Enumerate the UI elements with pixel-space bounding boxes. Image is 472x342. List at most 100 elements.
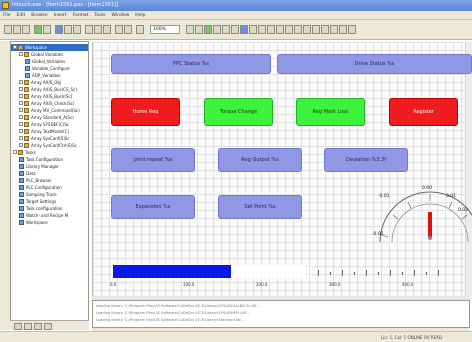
menu-item-insert[interactable]: Insert	[51, 11, 70, 20]
table-tool-icon[interactable]	[258, 25, 266, 34]
menu-item-edit[interactable]: Edit	[14, 11, 29, 20]
alarm-tool-icon[interactable]	[294, 25, 302, 34]
zoom-select[interactable]: 100%	[150, 25, 180, 34]
expand-toggle-icon[interactable]	[19, 136, 23, 140]
home-req-indicator[interactable]: Home Req	[111, 98, 180, 126]
polygon-tool-icon[interactable]	[213, 25, 221, 34]
scrollbar-tool-icon[interactable]	[321, 25, 329, 34]
histogram-tool-icon[interactable]	[285, 25, 293, 34]
tree-item[interactable]: Array SysConf(S)Sc	[11, 135, 70, 142]
menu-item-help[interactable]: Help	[132, 11, 148, 20]
expand-toggle-icon[interactable]	[19, 52, 23, 56]
open-file-icon[interactable]	[13, 25, 21, 34]
register-indicator[interactable]: Register	[389, 98, 458, 126]
tree-item[interactable]: Data	[11, 170, 36, 177]
drive-status-block[interactable]: Drive Status %s	[277, 54, 472, 74]
tree-item[interactable]: PLC_Browser	[11, 177, 52, 184]
copy-icon[interactable]	[94, 25, 102, 34]
tree-item[interactable]: Workspace	[11, 219, 48, 226]
tree-item-label: Workspace	[26, 220, 48, 225]
new-file-icon[interactable]	[4, 25, 12, 34]
tab-datatypes-icon[interactable]	[24, 323, 32, 330]
rectangle-tool-icon[interactable]	[186, 25, 194, 34]
tree-item[interactable]: Global_Variables	[11, 58, 65, 65]
meter-tool-icon[interactable]	[267, 25, 275, 34]
tree-item[interactable]: Array AXIS_Bus(CS_Sc)	[11, 86, 77, 93]
tab-pous-icon[interactable]	[14, 323, 22, 330]
tree-item[interactable]: Sampling Trace	[11, 191, 57, 198]
tree-item[interactable]: PLC Configuration	[11, 184, 62, 191]
ellipse-tool-icon[interactable]	[204, 25, 212, 34]
menu-item-format[interactable]: Format	[70, 11, 92, 20]
object-icon	[19, 206, 24, 211]
run-icon[interactable]	[55, 25, 63, 34]
replace-icon[interactable]	[124, 25, 132, 34]
bar-tool-icon[interactable]	[276, 25, 284, 34]
button-tool-icon[interactable]	[249, 25, 257, 34]
expand-toggle-icon[interactable]	[19, 87, 23, 91]
cut-icon[interactable]	[85, 25, 93, 34]
vertical-scrollbar[interactable]	[465, 42, 472, 296]
menu-item-browse[interactable]: Browse	[28, 11, 50, 20]
tree-item[interactable]: Array Standard_A(Sc)	[11, 114, 74, 121]
tab-visualizations-icon[interactable]	[34, 323, 42, 330]
expand-toggle-icon[interactable]	[19, 129, 23, 133]
tab-resources-icon[interactable]	[44, 323, 52, 330]
object-icon	[25, 73, 30, 78]
expansion-block[interactable]: Expansion %s	[111, 195, 195, 219]
tree-item[interactable]: Target Settings	[11, 198, 56, 205]
align-icon[interactable]	[136, 25, 144, 34]
text-tool-icon[interactable]	[231, 25, 239, 34]
print-repeat-block[interactable]: print repeat %s	[111, 148, 195, 172]
stop-icon[interactable]	[64, 25, 72, 34]
expand-toggle-icon[interactable]	[19, 80, 23, 84]
expand-toggle-icon[interactable]	[19, 143, 23, 147]
reg-mark-loss-indicator[interactable]: Reg Mark Loss	[296, 98, 365, 126]
set-point-block[interactable]: Set Point %s	[218, 195, 302, 219]
menu-item-tools[interactable]: Tools	[91, 11, 108, 20]
reg-output-block[interactable]: Reg Output %s	[218, 148, 302, 172]
tree-item[interactable]: Array AXIS_Obj	[11, 79, 61, 86]
ppc-status-block[interactable]: PPC Status %s	[111, 54, 271, 74]
rounded-rect-tool-icon[interactable]	[195, 25, 203, 34]
expand-toggle-icon[interactable]	[13, 45, 17, 49]
paste-icon[interactable]	[103, 25, 111, 34]
tree-item[interactable]: Array MV_Command(Sc)	[11, 107, 80, 114]
menu-item-window[interactable]: Window	[109, 11, 133, 20]
expand-toggle-icon[interactable]	[19, 101, 23, 105]
activex-tool-icon[interactable]	[312, 25, 320, 34]
trend-tool-icon[interactable]	[303, 25, 311, 34]
find-icon[interactable]	[115, 25, 123, 34]
tree-item[interactable]: Library Manager	[11, 163, 59, 170]
tree-item[interactable]: Array TextModel(C)	[11, 128, 69, 135]
tree-item[interactable]: Variable_Configure	[11, 65, 70, 72]
tree-item[interactable]: Tasks	[11, 149, 36, 156]
group-tool-icon[interactable]	[348, 25, 356, 34]
menu-item-file[interactable]: File	[0, 11, 14, 20]
tree-item[interactable]: Array SysConfCtrl(S)Sc	[11, 142, 77, 149]
tree-item[interactable]: Task configuration	[11, 205, 62, 212]
save-icon[interactable]	[22, 25, 30, 34]
expand-toggle-icon[interactable]	[19, 122, 23, 126]
bitmap-tool-icon[interactable]	[240, 25, 248, 34]
tree-item[interactable]: Task Configuration	[11, 156, 63, 163]
line-tool-icon[interactable]	[222, 25, 230, 34]
logout-icon[interactable]	[43, 25, 51, 34]
tree-item[interactable]: Array AXIS_BusV(Sc)	[11, 93, 72, 100]
login-icon[interactable]	[34, 25, 42, 34]
tree-item[interactable]: Watch- and Recipe M	[11, 212, 68, 219]
deviation-block[interactable]: Deviation %3.3f	[324, 148, 408, 172]
tree-item[interactable]: Array SYSDEF(C)Sc	[11, 121, 69, 128]
tree-item[interactable]: Workspace	[11, 44, 88, 51]
tree-item[interactable]: Array AXIS_Check(Sc)	[11, 100, 74, 107]
expand-toggle-icon[interactable]	[13, 150, 17, 154]
tree-item[interactable]: ADP_Variables	[11, 72, 61, 79]
tree-item[interactable]: Global Variables	[11, 51, 63, 58]
expand-toggle-icon[interactable]	[19, 108, 23, 112]
web-tool-icon[interactable]	[339, 25, 347, 34]
expand-toggle-icon[interactable]	[19, 94, 23, 98]
step-icon[interactable]	[73, 25, 81, 34]
torque-change-indicator[interactable]: Torque Change	[204, 98, 273, 126]
slider-tool-icon[interactable]	[330, 25, 338, 34]
expand-toggle-icon[interactable]	[19, 115, 23, 119]
